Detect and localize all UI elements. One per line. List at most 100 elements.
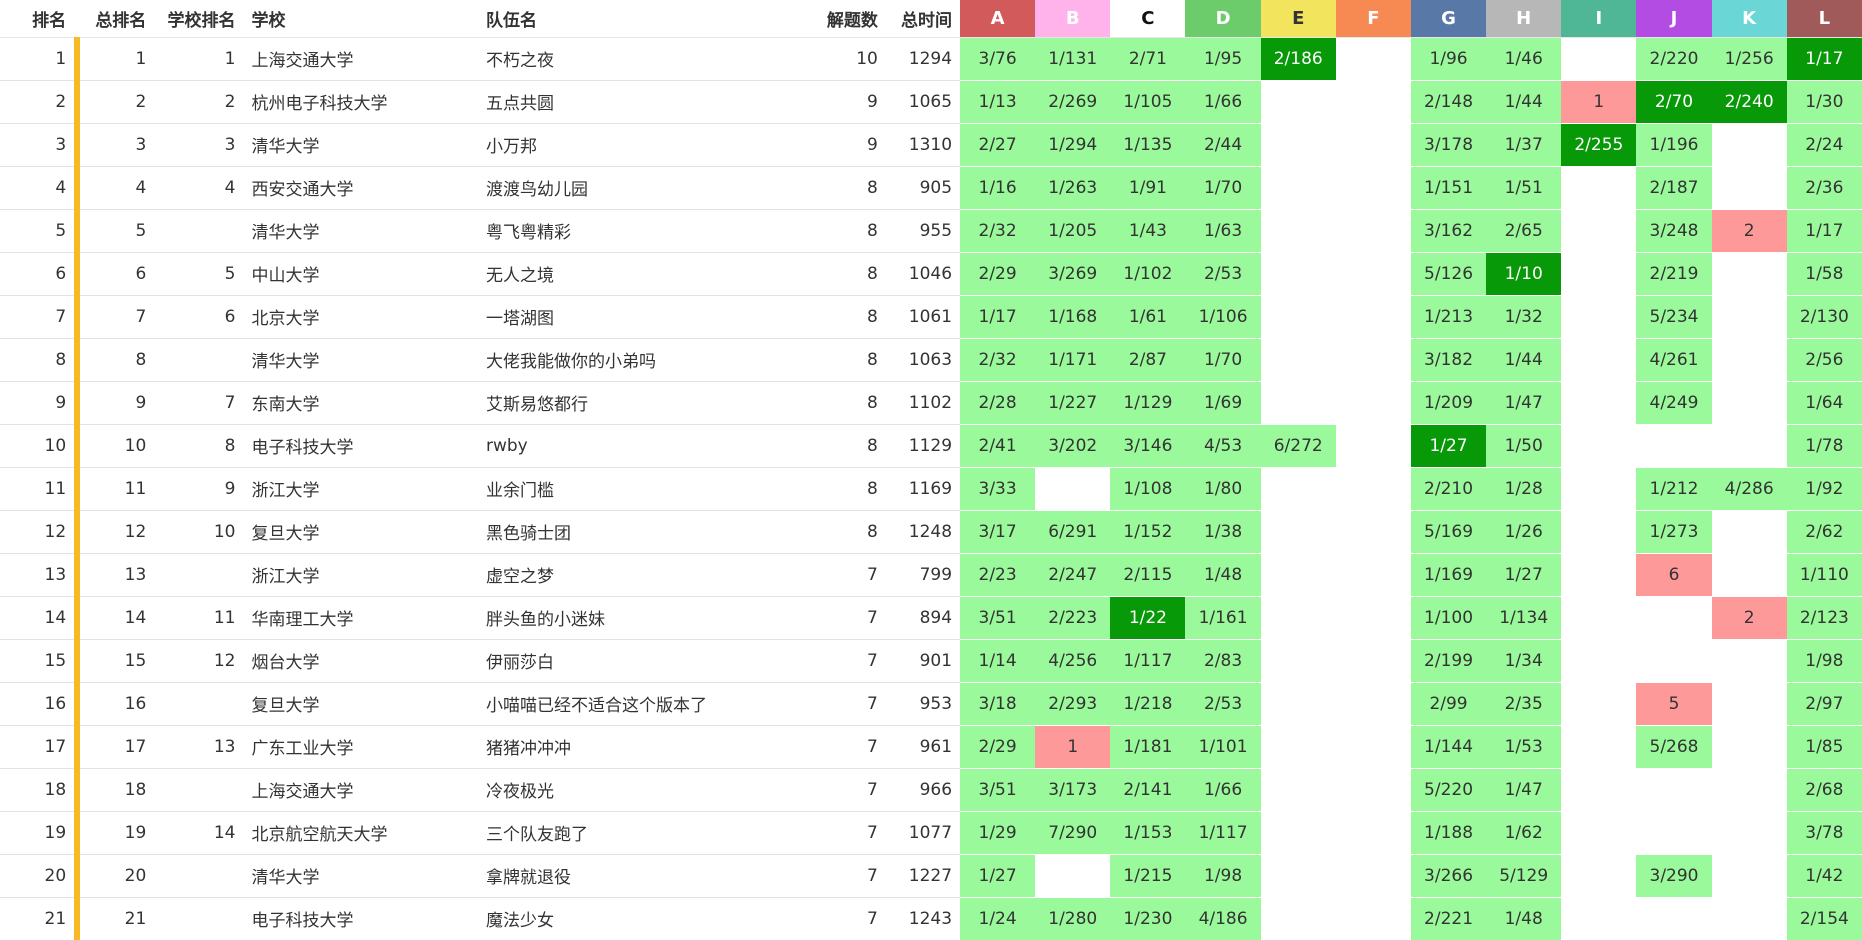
problem-cell-e[interactable] xyxy=(1260,380,1336,424)
problem-cell-h[interactable]: 1/62 xyxy=(1486,810,1562,854)
problem-cell-d[interactable]: 4/186 xyxy=(1185,896,1261,940)
problem-cell-j[interactable]: 5/268 xyxy=(1636,724,1712,768)
header-rank[interactable]: 排名 xyxy=(0,0,74,37)
problem-cell-b[interactable]: 4/256 xyxy=(1035,638,1111,682)
problem-cell-k[interactable] xyxy=(1711,638,1787,682)
problem-cell-f[interactable] xyxy=(1335,251,1411,295)
problem-cell-j[interactable]: 2/70 xyxy=(1636,79,1712,123)
problem-header-a[interactable]: A xyxy=(960,0,1036,37)
header-school[interactable]: 学校 xyxy=(244,0,479,37)
problem-cell-k[interactable] xyxy=(1711,724,1787,768)
problem-cell-i[interactable] xyxy=(1561,380,1637,424)
problem-cell-k[interactable] xyxy=(1711,509,1787,553)
problem-cell-c[interactable]: 1/117 xyxy=(1110,638,1186,682)
problem-cell-d[interactable]: 1/70 xyxy=(1185,337,1261,381)
problem-cell-j[interactable]: 1/212 xyxy=(1636,466,1712,510)
table-row[interactable]: 7 7 6 北京大学 一塔湖图 8 1061 1/17 1/168 1/61 1/106 1/213 1… xyxy=(0,294,1862,338)
problem-cell-k[interactable]: 1/256 xyxy=(1711,36,1787,80)
problem-cell-b[interactable]: 6/291 xyxy=(1035,509,1111,553)
problem-cell-f[interactable] xyxy=(1335,466,1411,510)
problem-cell-g[interactable]: 1/213 xyxy=(1410,294,1487,338)
table-row[interactable]: 16 16 复旦大学 小喵喵已经不适合这个版本了 7 953 3/18 2/293 1/218 2… xyxy=(0,681,1862,725)
problem-cell-b[interactable]: 3/173 xyxy=(1035,767,1111,811)
problem-cell-b[interactable]: 1/294 xyxy=(1035,122,1111,166)
problem-cell-k[interactable] xyxy=(1711,853,1787,897)
problem-cell-d[interactable]: 1/69 xyxy=(1185,380,1261,424)
problem-cell-h[interactable]: 1/134 xyxy=(1486,595,1562,639)
problem-cell-i[interactable] xyxy=(1561,208,1637,252)
problem-cell-h[interactable]: 1/47 xyxy=(1486,380,1562,424)
problem-cell-a[interactable]: 3/17 xyxy=(960,509,1036,553)
problem-cell-d[interactable]: 1/101 xyxy=(1185,724,1261,768)
problem-cell-c[interactable]: 1/129 xyxy=(1110,380,1186,424)
problem-cell-i[interactable] xyxy=(1561,552,1637,596)
problem-header-c[interactable]: C xyxy=(1110,0,1186,37)
problem-cell-k[interactable] xyxy=(1711,681,1787,725)
problem-cell-f[interactable] xyxy=(1335,595,1411,639)
problem-cell-c[interactable]: 1/218 xyxy=(1110,681,1186,725)
problem-cell-b[interactable] xyxy=(1035,853,1111,897)
problem-cell-l[interactable]: 1/17 xyxy=(1786,36,1862,80)
problem-cell-j[interactable]: 2/187 xyxy=(1636,165,1712,209)
problem-cell-d[interactable]: 1/95 xyxy=(1185,36,1261,80)
problem-cell-a[interactable]: 2/32 xyxy=(960,337,1036,381)
problem-cell-e[interactable] xyxy=(1260,853,1336,897)
problem-cell-l[interactable]: 2/56 xyxy=(1786,337,1862,381)
problem-cell-d[interactable]: 1/80 xyxy=(1185,466,1261,510)
problem-cell-k[interactable] xyxy=(1711,896,1787,940)
problem-cell-d[interactable]: 1/48 xyxy=(1185,552,1261,596)
problem-cell-a[interactable]: 3/51 xyxy=(960,595,1036,639)
problem-cell-b[interactable]: 1/131 xyxy=(1035,36,1111,80)
problem-cell-l[interactable]: 2/24 xyxy=(1786,122,1862,166)
problem-cell-a[interactable]: 3/51 xyxy=(960,767,1036,811)
problem-cell-f[interactable] xyxy=(1335,165,1411,209)
problem-cell-j[interactable] xyxy=(1636,896,1712,940)
problem-cell-d[interactable]: 1/70 xyxy=(1185,165,1261,209)
problem-cell-e[interactable] xyxy=(1260,122,1336,166)
problem-cell-e[interactable] xyxy=(1260,509,1336,553)
problem-cell-b[interactable]: 1/168 xyxy=(1035,294,1111,338)
problem-cell-i[interactable] xyxy=(1561,294,1637,338)
problem-cell-c[interactable]: 1/91 xyxy=(1110,165,1186,209)
problem-header-l[interactable]: L xyxy=(1786,0,1862,37)
problem-cell-k[interactable]: 2/240 xyxy=(1711,79,1787,123)
problem-cell-h[interactable]: 1/46 xyxy=(1486,36,1562,80)
problem-cell-i[interactable] xyxy=(1561,595,1637,639)
problem-cell-l[interactable]: 1/58 xyxy=(1786,251,1862,295)
problem-cell-i[interactable] xyxy=(1561,724,1637,768)
table-row[interactable]: 17 17 13 广东工业大学 猪猪冲冲冲 7 961 2/29 1 1/181 1/101 1/14… xyxy=(0,724,1862,768)
problem-cell-g[interactable]: 2/221 xyxy=(1410,896,1487,940)
problem-cell-l[interactable]: 2/36 xyxy=(1786,165,1862,209)
problem-cell-a[interactable]: 1/14 xyxy=(960,638,1036,682)
problem-cell-j[interactable] xyxy=(1636,423,1712,467)
problem-cell-h[interactable]: 1/28 xyxy=(1486,466,1562,510)
problem-cell-f[interactable] xyxy=(1335,681,1411,725)
problem-cell-k[interactable]: 2 xyxy=(1711,595,1787,639)
problem-cell-c[interactable]: 2/71 xyxy=(1110,36,1186,80)
problem-cell-c[interactable]: 1/43 xyxy=(1110,208,1186,252)
problem-cell-j[interactable] xyxy=(1636,767,1712,811)
problem-cell-f[interactable] xyxy=(1335,294,1411,338)
problem-cell-l[interactable]: 1/64 xyxy=(1786,380,1862,424)
problem-cell-f[interactable] xyxy=(1335,853,1411,897)
problem-cell-d[interactable]: 2/83 xyxy=(1185,638,1261,682)
problem-cell-l[interactable]: 2/62 xyxy=(1786,509,1862,553)
problem-cell-b[interactable]: 7/290 xyxy=(1035,810,1111,854)
problem-cell-c[interactable]: 1/105 xyxy=(1110,79,1186,123)
problem-cell-g[interactable]: 2/210 xyxy=(1410,466,1487,510)
problem-header-g[interactable]: G xyxy=(1410,0,1487,37)
problem-cell-h[interactable]: 1/50 xyxy=(1486,423,1562,467)
problem-cell-a[interactable]: 2/27 xyxy=(960,122,1036,166)
problem-cell-b[interactable]: 2/269 xyxy=(1035,79,1111,123)
header-solved[interactable]: 解题数 xyxy=(805,0,886,37)
problem-cell-c[interactable]: 1/230 xyxy=(1110,896,1186,940)
problem-cell-l[interactable]: 1/110 xyxy=(1786,552,1862,596)
problem-cell-l[interactable]: 2/68 xyxy=(1786,767,1862,811)
problem-cell-j[interactable]: 4/261 xyxy=(1636,337,1712,381)
problem-cell-f[interactable] xyxy=(1335,208,1411,252)
problem-cell-i[interactable] xyxy=(1561,36,1637,80)
problem-cell-c[interactable]: 1/153 xyxy=(1110,810,1186,854)
problem-cell-b[interactable]: 3/202 xyxy=(1035,423,1111,467)
problem-cell-a[interactable]: 2/32 xyxy=(960,208,1036,252)
problem-cell-b[interactable]: 1/171 xyxy=(1035,337,1111,381)
